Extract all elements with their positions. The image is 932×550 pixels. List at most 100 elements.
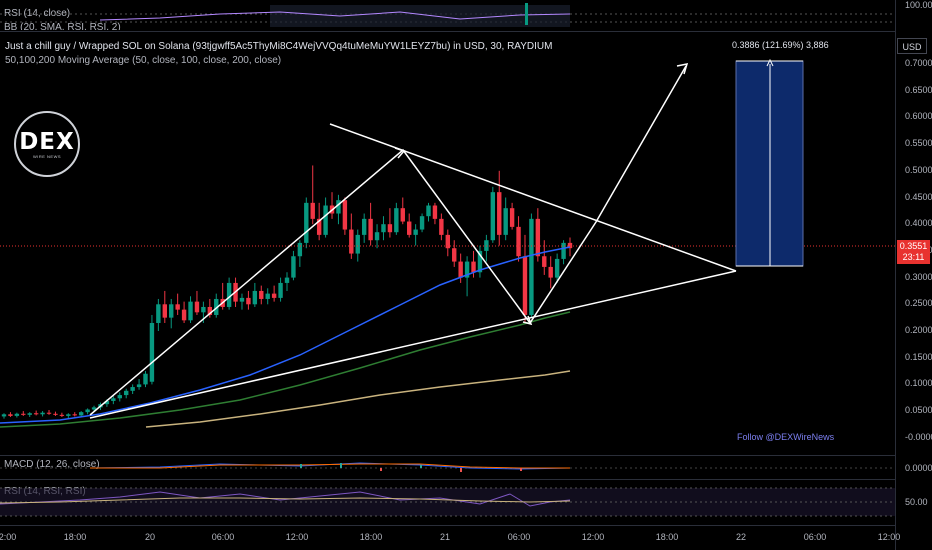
candle [53,411,58,416]
time-tick: 06:00 [803,532,827,542]
price-tick: 0.6000 [905,111,932,122]
price-tick: 0.7000 [905,58,932,68]
candle [66,413,71,419]
candle [497,170,502,246]
time-tick: 22 [735,532,747,542]
candle [529,213,534,318]
candle [349,213,354,259]
candle [419,213,425,233]
candle [336,194,341,225]
time-tick: 06:00 [507,532,531,542]
candle [271,285,277,302]
candle [59,412,65,417]
candle [85,408,90,415]
candle [464,256,470,297]
candle [439,213,444,241]
time-tick: 20 [144,532,156,542]
candle [509,202,515,230]
top-axis-value: 100.00 [905,0,932,10]
price-tick: 0.1000 [905,378,932,389]
price-tick: 0.1500 [905,351,932,362]
candle [136,379,142,390]
candle [21,411,26,416]
candle [181,301,187,323]
candle [516,216,521,262]
candle [124,388,129,399]
candle [33,410,39,416]
candle [394,202,399,235]
candle [162,290,167,323]
candle [381,216,386,241]
candle [14,412,20,418]
candle [239,293,245,310]
candle [220,282,225,310]
bar-countdown: 23:11 [902,252,925,262]
candle [259,285,264,305]
candle [368,202,373,246]
price-tick: 0.2500 [905,298,932,309]
candle [252,282,258,307]
pattern-drawing[interactable] [89,63,737,419]
time-tick: 21 [439,532,451,542]
time-tick: 18:00 [63,532,87,542]
price-tick: 0.4000 [905,218,932,229]
candle [407,213,412,238]
currency-button[interactable]: USD [897,38,927,54]
candle [143,371,148,388]
candle [130,384,135,395]
candle [40,411,45,417]
candle [432,202,438,225]
candle [246,290,251,310]
candle [149,314,155,385]
ma50-line [0,246,571,424]
price-tick: 0.2000 [905,325,932,335]
last-price-value: 0.3551 [899,241,928,251]
macd-axis-value: 0.0000 [905,463,932,473]
candle [413,224,418,246]
candle [214,293,219,318]
time-tick: 12:00 [877,532,901,542]
candle [548,256,553,289]
candle [522,234,528,323]
candle [387,208,393,238]
candle [561,240,566,265]
time-tick: 12:00 [581,532,605,542]
time-tick: 12:00 [285,532,309,542]
price-tick: -0.0000 [905,431,932,442]
price-tick: 0.6500 [905,84,932,95]
rsi-pane[interactable]: RSI (14, RSI, RSI) [0,480,895,524]
candle [226,277,232,310]
candle [503,197,508,241]
candle [78,411,84,417]
price-tick: 0.5000 [905,164,932,175]
last-price-tag: 0.3551 23:11 [897,240,930,264]
candle [188,296,193,323]
candle [361,213,367,243]
candle [284,272,290,291]
rsi-axis-value: 50.00 [905,497,928,507]
candle [329,192,335,219]
candle [291,250,296,281]
time-tick: 06:00 [211,532,235,542]
candle [426,202,431,222]
macd-pane[interactable]: MACD (12, 26, close) [0,456,895,478]
candle [265,288,270,305]
candle [342,197,348,235]
candle [117,392,122,402]
candle [542,240,547,275]
candle [194,290,200,315]
time-tick: 18:00 [655,532,679,542]
candle [452,240,457,267]
candle [27,412,32,417]
candle [304,197,309,249]
candle [8,412,13,417]
candle [310,165,315,225]
price-tick: 0.3000 [905,271,932,282]
rsi-graph [0,487,895,517]
candle [175,293,180,315]
candle [46,410,52,415]
candle [445,229,450,257]
candle [490,186,496,243]
price-tick: 0.5500 [905,138,932,149]
candle [169,298,174,329]
